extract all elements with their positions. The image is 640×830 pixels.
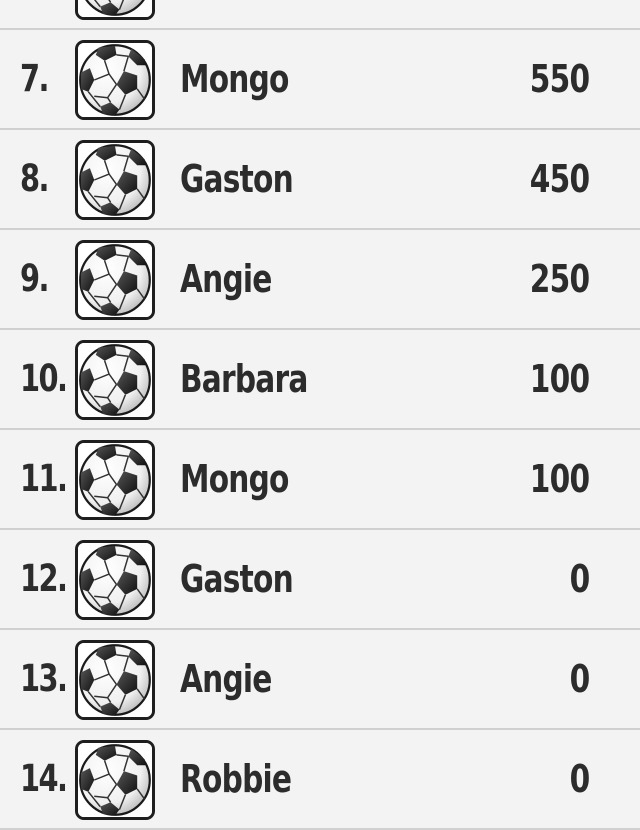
rank-label: 11. — [20, 457, 68, 500]
soccer-ball-icon — [75, 540, 155, 620]
rank-label: 7. — [20, 57, 49, 100]
leaderboard-row[interactable]: 7. Mongo 550 — [0, 30, 640, 130]
soccer-ball-icon — [75, 640, 155, 720]
player-name: Mongo — [180, 457, 289, 501]
leaderboard-row[interactable]: 10. Barbara 100 — [0, 330, 640, 430]
soccer-ball-icon — [75, 740, 155, 820]
leaderboard-row[interactable]: 12. Gaston 0 — [0, 530, 640, 630]
player-score: 100 — [529, 457, 589, 501]
player-name: Barbara — [180, 357, 308, 401]
player-name: Gaston — [180, 557, 294, 601]
soccer-ball-icon — [75, 0, 155, 20]
player-name: Angie — [180, 257, 272, 301]
leaderboard-list: 7. Mongo 550 8. Gaston 450 9. Angie 250 … — [0, 0, 640, 830]
rank-label: 9. — [20, 257, 49, 300]
leaderboard-row[interactable]: 13. Angie 0 — [0, 630, 640, 730]
player-score: 0 — [569, 557, 590, 601]
rank-label: 14. — [20, 757, 68, 800]
player-score: 100 — [529, 357, 589, 401]
player-name: Robbie — [180, 757, 292, 801]
rank-label: 8. — [20, 157, 49, 200]
rank-label: 13. — [20, 657, 68, 700]
soccer-ball-icon — [75, 40, 155, 120]
leaderboard-row[interactable]: 9. Angie 250 — [0, 230, 640, 330]
player-score: 0 — [569, 757, 590, 801]
player-name: Mongo — [180, 57, 289, 101]
player-score: 450 — [529, 157, 589, 201]
leaderboard-row[interactable] — [0, 0, 640, 30]
soccer-ball-icon — [75, 440, 155, 520]
soccer-ball-icon — [75, 340, 155, 420]
soccer-ball-icon — [75, 140, 155, 220]
rank-label: 10. — [20, 357, 68, 400]
soccer-ball-icon — [75, 240, 155, 320]
player-name: Angie — [180, 657, 272, 701]
rank-label: 12. — [20, 557, 68, 600]
player-name: Gaston — [180, 157, 294, 201]
player-score: 550 — [529, 57, 589, 101]
leaderboard-row[interactable]: 11. Mongo 100 — [0, 430, 640, 530]
player-score: 250 — [529, 257, 589, 301]
player-score: 0 — [569, 657, 590, 701]
leaderboard-row[interactable]: 8. Gaston 450 — [0, 130, 640, 230]
leaderboard-row[interactable]: 14. Robbie 0 — [0, 730, 640, 830]
